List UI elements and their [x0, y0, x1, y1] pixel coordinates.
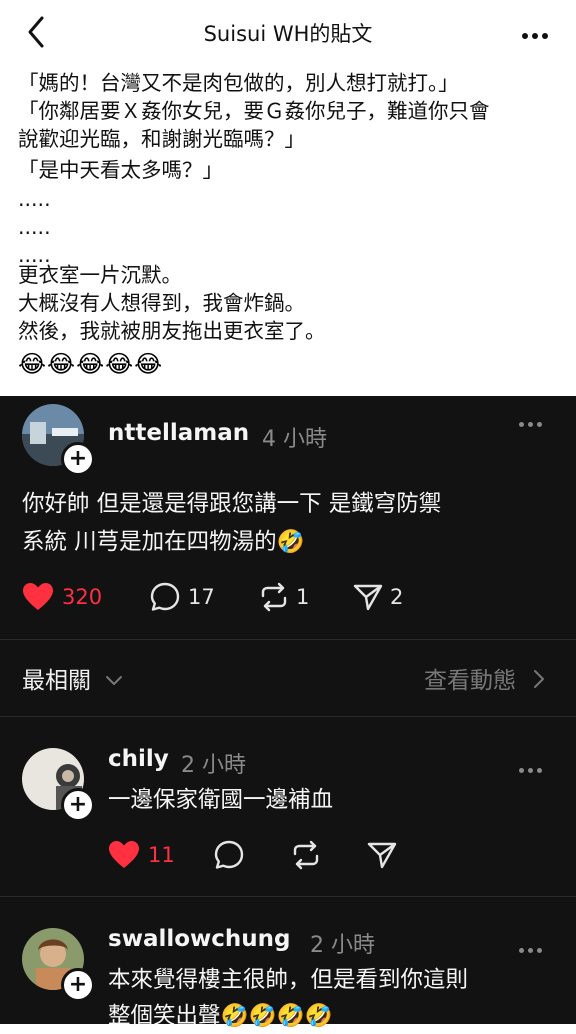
like-count: 320 [62, 585, 103, 609]
post-text-line: 「你鄰居要Ｘ姦你女兒，要Ｇ姦你兒子，難道你只會 [18, 99, 490, 123]
repost-button[interactable] [290, 840, 322, 870]
send-icon [367, 842, 397, 869]
follow-plus-icon[interactable]: + [61, 442, 95, 476]
post-text-line: 說歡迎光臨，和謝謝光臨嗎？」 [18, 127, 305, 151]
comment-username[interactable]: swallowchung [108, 926, 291, 952]
share-count: 2 [390, 585, 404, 609]
comment-more-button[interactable] [519, 938, 549, 953]
reply-count: 17 [188, 585, 215, 609]
post-emoji: 😂😂😂😂😂 [18, 350, 164, 378]
comment-more-button[interactable] [519, 758, 549, 773]
heart-filled-icon [23, 583, 53, 610]
comment-text: 一邊保家衛國一邊補血 [108, 787, 334, 813]
top-bar: Suisui WH的貼文 [0, 0, 576, 67]
follow-plus-icon[interactable]: + [61, 788, 95, 822]
repost-icon [293, 840, 319, 870]
divider [0, 716, 576, 717]
post-text-line: 「媽的！台灣又不是肉包做的，別人想打就打。」 [18, 71, 459, 95]
share-button[interactable] [366, 840, 398, 870]
comment-more-button[interactable] [519, 412, 549, 427]
comment-text: 整個笑出聲🤣🤣🤣🤣 [108, 1003, 333, 1029]
post-text-line: 然後，我就被朋友拖出更衣室了。 [18, 319, 326, 343]
like-button[interactable]: 11 [108, 840, 175, 870]
post-text-line: 大概沒有人想得到，我會炸鍋。 [18, 291, 305, 315]
comment-time: 4 小時 [262, 427, 327, 452]
chevron-down-icon [106, 676, 123, 685]
comment-icon [214, 840, 244, 869]
send-icon [353, 584, 383, 611]
post-body: 「媽的！台灣又不是肉包做的，別人想打就打。」 「你鄰居要Ｘ姦你女兒，要Ｇ姦你兒子… [0, 66, 576, 396]
more-options-button[interactable] [522, 24, 554, 39]
post-text-line: ..... [18, 215, 51, 239]
comment-time: 2 小時 [181, 753, 246, 778]
comment-icon [150, 582, 180, 611]
comment-text: 本來覺得樓主很帥，但是看到你這則 [108, 967, 469, 993]
chevron-right-icon[interactable] [532, 668, 546, 690]
share-button[interactable]: 2 [352, 582, 403, 612]
divider [0, 639, 576, 640]
view-activity-link[interactable]: 查看動態 [424, 661, 516, 695]
comment-username[interactable]: nttellaman [108, 420, 249, 446]
divider [0, 896, 576, 897]
like-button[interactable]: 320 [22, 582, 102, 612]
comment-text: 系統 川芎是加在四物湯的🤣 [22, 529, 305, 555]
sort-label: 最相關 [22, 668, 91, 694]
like-count: 11 [148, 843, 175, 867]
reply-button[interactable]: 17 [150, 582, 215, 612]
heart-filled-icon [109, 841, 139, 868]
repost-icon [261, 582, 287, 612]
comment-text: 你好帥 但是還是得跟您講一下 是鐵穹防禦 [22, 491, 442, 517]
follow-plus-icon[interactable]: + [61, 968, 95, 1002]
post-text-line: ..... [18, 187, 51, 211]
repost-button[interactable]: 1 [258, 582, 309, 612]
reply-button[interactable] [214, 840, 244, 870]
page-title: Suisui WH的貼文 [203, 22, 373, 46]
comment-time: 2 小時 [310, 933, 375, 958]
comments-section: + nttellaman 4 小時 你好帥 但是還是得跟您講一下 是鐵穹防禦 系… [0, 396, 576, 1029]
post-text-line: 更衣室一片沉默。 [18, 263, 182, 287]
repost-count: 1 [296, 585, 310, 609]
post-text-line: 「是中天看太多嗎？」 [18, 158, 223, 182]
sort-dropdown[interactable]: 最相關 [22, 661, 124, 695]
comment-username[interactable]: chily [108, 746, 169, 772]
